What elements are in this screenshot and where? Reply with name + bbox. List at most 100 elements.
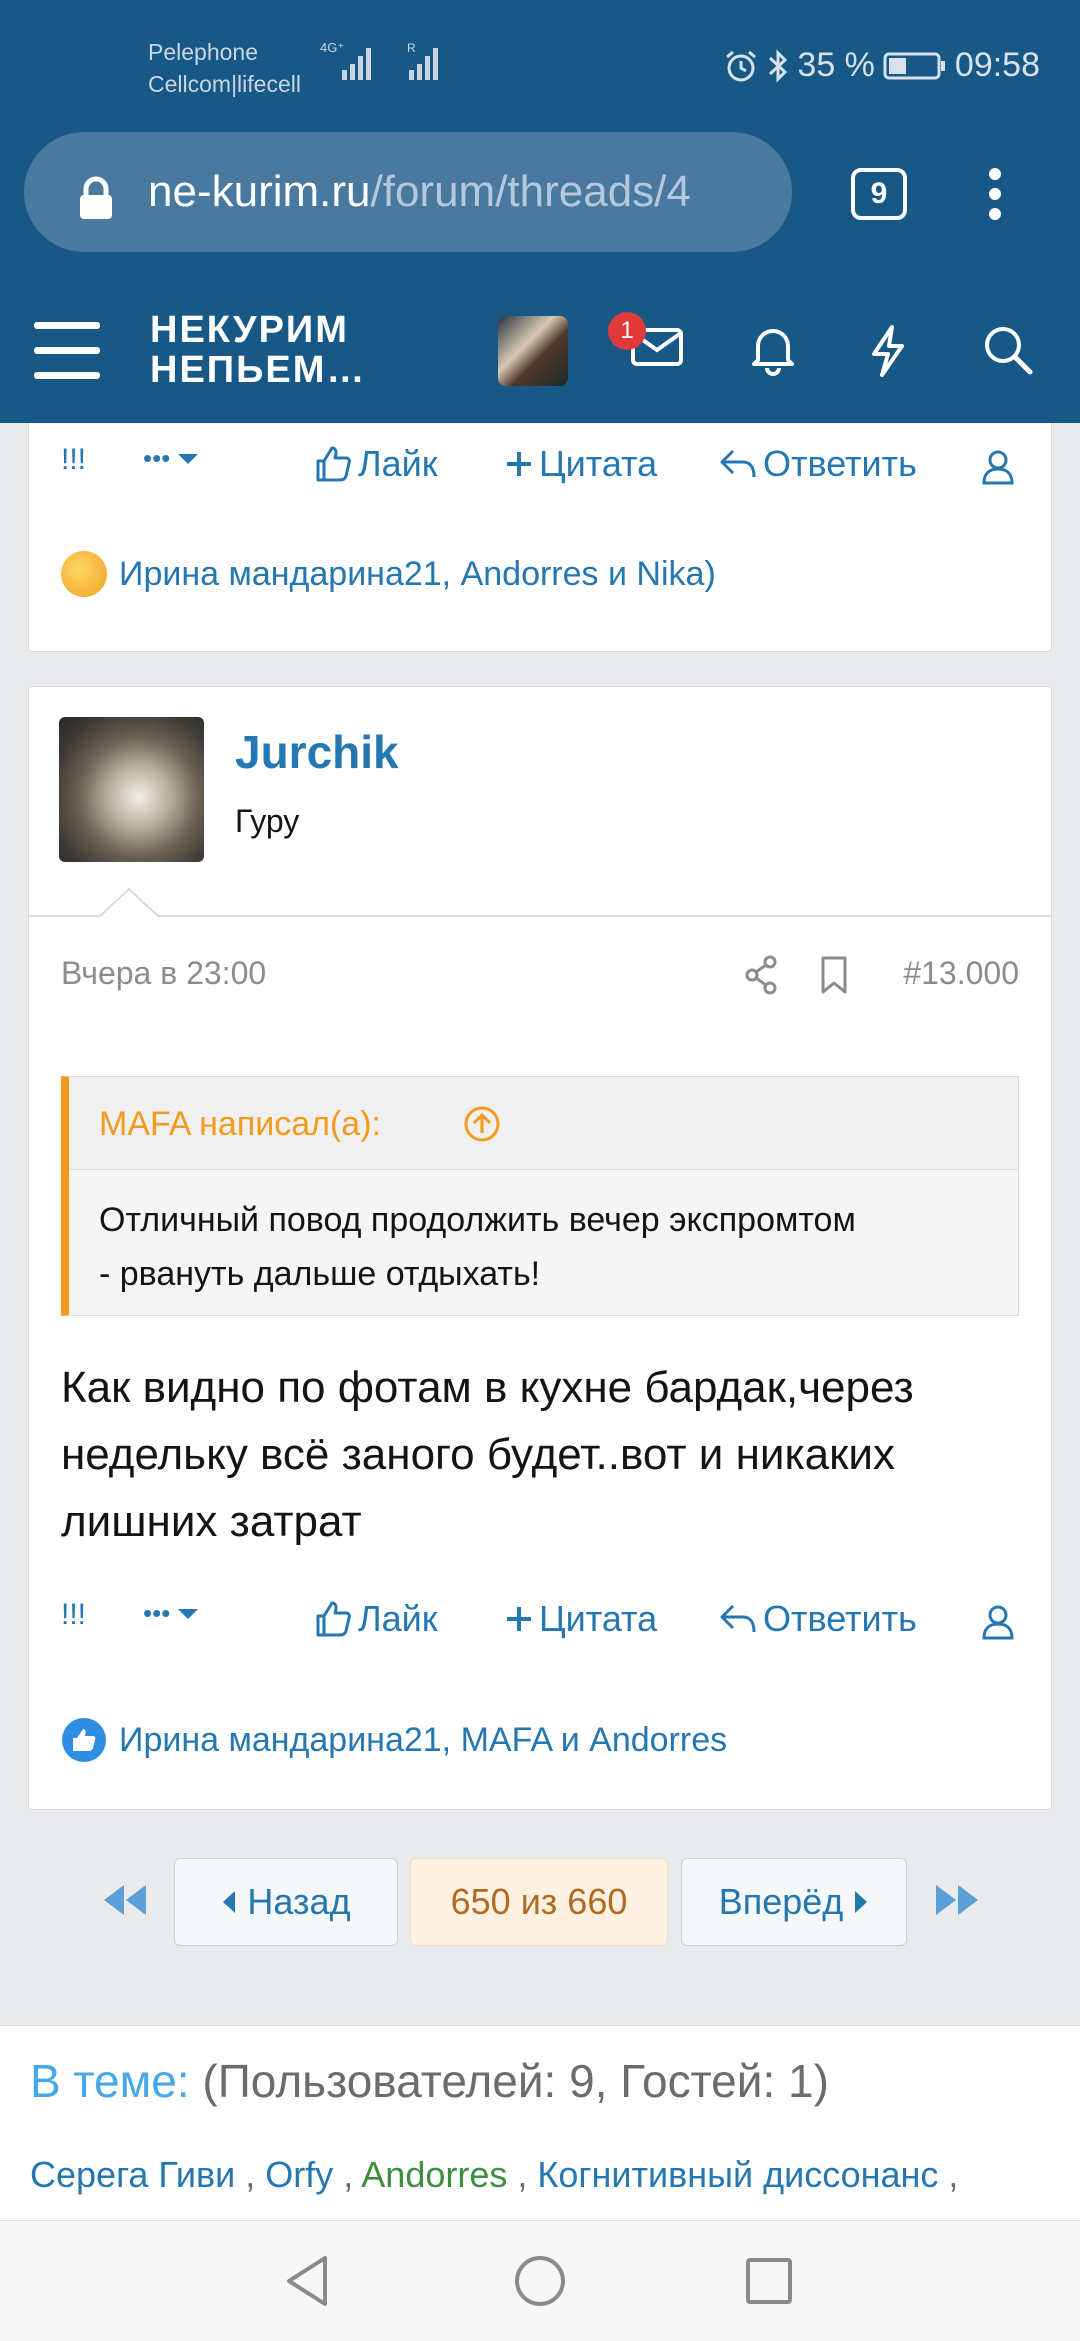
- bluetooth-icon: [769, 48, 788, 83]
- home-circle-icon[interactable]: [513, 2254, 567, 2308]
- inbox-badge: 1: [608, 312, 646, 350]
- more-menu[interactable]: •••: [143, 443, 200, 474]
- report-link[interactable]: !!!: [61, 1598, 86, 1632]
- recents-square-icon[interactable]: [744, 2256, 794, 2306]
- url-text[interactable]: ne-kurim.ru/forum/threads/4: [148, 162, 788, 222]
- viewers-label: В теме:: [30, 2055, 190, 2107]
- viewers-title: В теме: (Пользователей: 9, Гостей: 1): [30, 2054, 829, 2108]
- viewer-link[interactable]: Andorres: [361, 2154, 507, 2195]
- lightning-icon[interactable]: [868, 324, 908, 378]
- carrier-2: Cellcom|lifecell: [148, 71, 301, 97]
- reply-icon: [720, 449, 756, 478]
- viewer-link[interactable]: Когнитивный диссонанс: [537, 2154, 938, 2195]
- browser-toolbar: ne-kurim.ru/forum/threads/4 9: [0, 130, 1080, 280]
- reactions-text: Ирина мандарина21, Andorres и Nika): [119, 554, 716, 593]
- post-actions: !!! ••• Лайк Цитата Ответить: [29, 1590, 1051, 1650]
- site-logo[interactable]: НЕКУРИМ НЕПЬЕМ…: [150, 310, 366, 390]
- plus-icon: [507, 452, 531, 476]
- battery-icon: [883, 52, 945, 79]
- url-host: ne-kurim.ru: [148, 167, 371, 216]
- reply-button[interactable]: Ответить: [719, 1598, 917, 1640]
- back-triangle-icon[interactable]: [284, 2254, 330, 2308]
- last-page-icon[interactable]: [932, 1883, 982, 1917]
- author-avatar[interactable]: [59, 717, 204, 862]
- reply-label: Ответить: [763, 1598, 917, 1639]
- first-page-icon[interactable]: [100, 1883, 150, 1917]
- previous-page-button[interactable]: Назад: [174, 1858, 398, 1946]
- arrow-up-circle-icon[interactable]: [463, 1105, 501, 1143]
- logo-line-1: НЕКУРИМ: [150, 309, 349, 351]
- address-bar[interactable]: ne-kurim.ru/forum/threads/4: [24, 132, 792, 252]
- reply-icon: [720, 1604, 756, 1633]
- svg-text:R: R: [407, 41, 416, 55]
- carrier-1: Pelephone: [148, 39, 258, 65]
- thumbs-up-icon: [316, 1601, 351, 1637]
- plus-icon: [507, 1607, 531, 1631]
- post-body: Как видно по фотам в кухне бардак,через …: [61, 1363, 914, 1546]
- post-author: Jurchik Гуру: [29, 687, 1051, 917]
- viewer-link[interactable]: Orfy: [265, 2154, 333, 2195]
- reactions-row[interactable]: Ирина мандарина21, Andorres и Nika): [61, 551, 716, 597]
- search-icon[interactable]: [982, 324, 1034, 376]
- reply-button[interactable]: Ответить: [719, 443, 917, 485]
- signal-icon-2: R: [407, 41, 438, 80]
- author-pointer: [99, 887, 159, 917]
- logo-line-2: НЕПЬЕМ…: [150, 349, 367, 391]
- author-name[interactable]: Jurchik: [235, 725, 399, 779]
- browser-menu-icon[interactable]: [985, 166, 1005, 222]
- url-path: /forum/threads/4: [370, 167, 691, 216]
- user-avatar[interactable]: [498, 316, 568, 386]
- quote-author[interactable]: MAFA написал(а):: [99, 1105, 381, 1144]
- viewer-link[interactable]: Серега Гиви: [30, 2154, 235, 2195]
- pagination: Назад 650 из 660 Вперёд: [0, 1855, 1080, 1950]
- thumbs-up-icon: [316, 446, 351, 482]
- user-icon[interactable]: [981, 1604, 1015, 1640]
- signal-icon: 4G⁺: [320, 40, 371, 80]
- like-button[interactable]: Лайк: [314, 1598, 438, 1640]
- quote-button[interactable]: Цитата: [505, 1598, 657, 1640]
- author-rank: Гуру: [235, 803, 300, 839]
- viewers-counts: (Пользователей: 9, Гостей: 1): [202, 2055, 829, 2107]
- caret-right-icon: [855, 1891, 868, 1913]
- like-reaction-icon: [62, 1718, 106, 1762]
- next-page-button[interactable]: Вперёд: [681, 1858, 907, 1946]
- tab-switcher-button[interactable]: 9: [851, 168, 907, 220]
- more-menu[interactable]: •••: [143, 1598, 200, 1629]
- reply-label: Ответить: [763, 443, 917, 484]
- post-number[interactable]: #13.000: [903, 955, 1019, 992]
- quote-button[interactable]: Цитата: [505, 443, 657, 485]
- like-label: Лайк: [358, 443, 438, 484]
- reactions-row[interactable]: Ирина мандарина21, MAFA и Andorres: [61, 1717, 727, 1763]
- quote-label: Цитата: [539, 1598, 658, 1639]
- more-dots: •••: [143, 1598, 171, 1628]
- bookmark-icon[interactable]: [819, 955, 849, 995]
- status-bar: Pelephone Cellcom|lifecell 4G⁺ R 35 % 09…: [0, 0, 1080, 130]
- current-page[interactable]: 650 из 660: [410, 1858, 668, 1946]
- quote-header: MAFA написал(а):: [69, 1077, 1018, 1170]
- caret-left-icon: [223, 1891, 236, 1913]
- quote-text: Отличный повод продолжить вечер экспромт…: [99, 1201, 856, 1293]
- viewers-list: Серега Гиви , Orfy , Andorres , Когнитив…: [30, 2154, 959, 2195]
- caret-down-icon: [178, 1608, 199, 1619]
- hamburger-menu-icon[interactable]: [34, 322, 100, 380]
- share-icon[interactable]: [743, 955, 779, 995]
- post: Jurchik Гуру Вчера в 23:00 #13.000 MAFA …: [28, 686, 1052, 1810]
- carrier-names: Pelephone Cellcom|lifecell: [148, 36, 301, 100]
- like-button[interactable]: Лайк: [314, 443, 438, 485]
- post-actions: !!! ••• Лайк Цитата Ответить: [29, 435, 1051, 495]
- reactions-text: Ирина мандарина21, MAFA и Andorres: [119, 1720, 728, 1759]
- quote-label: Цитата: [539, 443, 658, 484]
- report-link[interactable]: !!!: [61, 443, 86, 477]
- network-type: 4G⁺: [320, 40, 344, 55]
- thread-viewers: В теме: (Пользователей: 9, Гостей: 1) Се…: [0, 2025, 1080, 2221]
- bell-icon[interactable]: [748, 324, 798, 376]
- previous-label: Назад: [247, 1881, 351, 1922]
- quote-block: MAFA написал(а): Отличный повод продолжи…: [61, 1076, 1019, 1316]
- alarm-icon: [726, 50, 757, 81]
- next-label: Вперёд: [718, 1881, 844, 1922]
- lock-icon: [80, 176, 112, 219]
- user-icon[interactable]: [981, 449, 1015, 485]
- post-date[interactable]: Вчера в 23:00: [61, 955, 266, 992]
- system-navigation-bar: [0, 2220, 1080, 2341]
- site-header: НЕКУРИМ НЕПЬЕМ… 1: [0, 280, 1080, 423]
